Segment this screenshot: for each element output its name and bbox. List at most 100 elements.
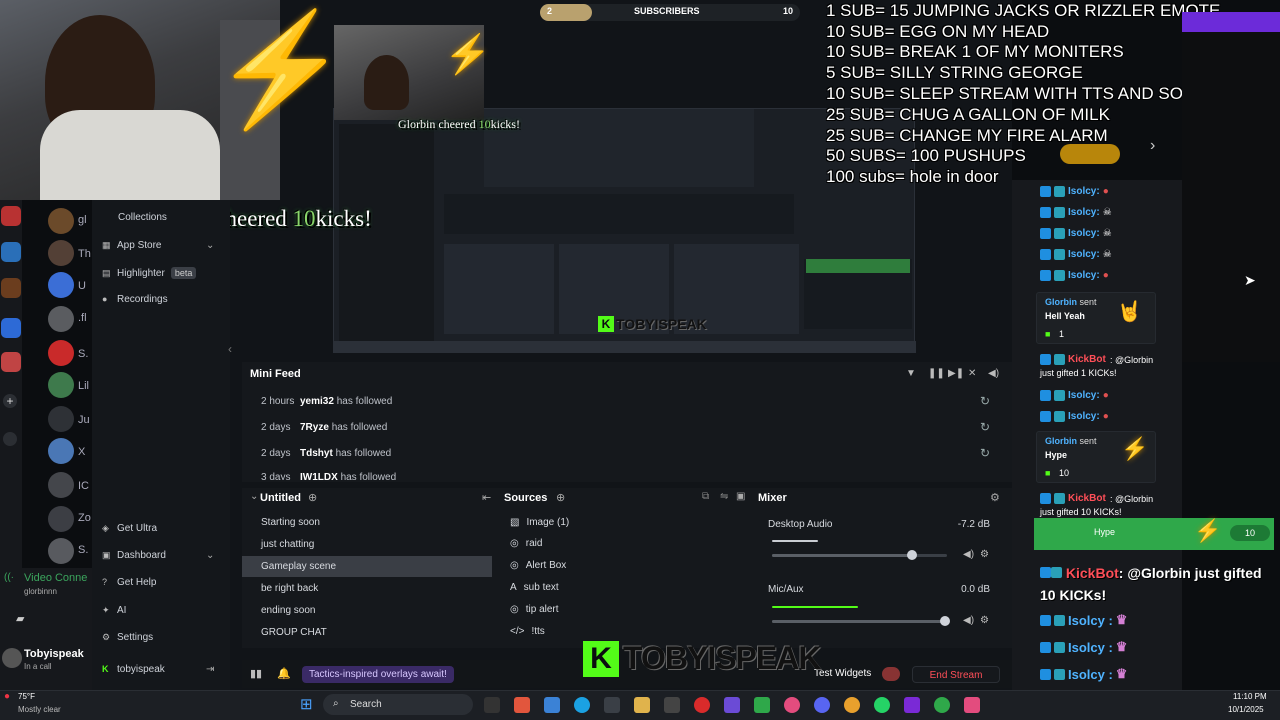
screen-share-icon[interactable]: ▰ [16, 612, 24, 625]
chevron-down-icon[interactable]: ⌄ [250, 491, 258, 502]
weather-temp[interactable]: 75°F [18, 692, 35, 701]
test-widgets-button[interactable]: Test Widgets [814, 668, 871, 679]
volume-slider[interactable] [772, 550, 947, 560]
scene-item[interactable]: Starting soon [242, 512, 492, 533]
avatar[interactable] [48, 438, 74, 464]
app-icon[interactable] [784, 697, 800, 713]
app-icon[interactable] [934, 697, 950, 713]
server-icon[interactable] [1, 242, 21, 262]
avatar[interactable] [48, 372, 74, 398]
mute-alerts-icon[interactable]: ✕ [968, 368, 976, 379]
link-icon[interactable]: ⇋ [720, 491, 728, 502]
whatsapp-icon[interactable] [874, 697, 890, 713]
volume-icon[interactable]: ◀) [963, 549, 974, 560]
add-server-icon[interactable]: + [3, 394, 17, 408]
collapse-icon[interactable]: ▣ [736, 491, 745, 502]
opera-icon[interactable] [694, 697, 710, 713]
sidebar-item-dashboard[interactable]: ▣ Dashboard ⌄ [102, 550, 214, 561]
avatar[interactable] [48, 340, 74, 366]
stats-icon[interactable]: ▮▮ [250, 667, 262, 680]
chrome-icon[interactable] [844, 697, 860, 713]
avatar[interactable] [48, 240, 74, 266]
avatar[interactable] [48, 506, 74, 532]
steam-icon[interactable] [604, 697, 620, 713]
source-item[interactable]: ◎ Alert Box [510, 560, 566, 571]
edge-icon[interactable] [574, 697, 590, 713]
volume-icon[interactable]: ◀) [963, 615, 974, 626]
sidebar-item-get-ultra[interactable]: ◈ Get Ultra [102, 523, 157, 534]
account-item[interactable]: K tobyispeak ⇥ [102, 664, 214, 675]
volume-icon[interactable]: ◀) [988, 368, 999, 379]
taskbar-search[interactable]: ⌕ Search [323, 694, 473, 715]
app-icon[interactable] [514, 697, 530, 713]
scene-item[interactable]: GROUP CHAT [242, 622, 492, 643]
source-item[interactable]: ◎ tip alert [510, 604, 559, 615]
filter-icon[interactable]: ▼ [906, 368, 916, 379]
app-icon[interactable] [664, 697, 680, 713]
server-icon[interactable] [1, 278, 21, 298]
promo-banner[interactable]: Tactics-inspired overlays await! [302, 666, 454, 683]
notifications-icon[interactable]: 🔔 [277, 667, 291, 680]
volume-knob[interactable] [907, 550, 917, 560]
avatar[interactable] [48, 406, 74, 432]
app-icon[interactable] [964, 697, 980, 713]
avatar[interactable] [48, 538, 74, 564]
collapse-sidebar-icon[interactable]: ‹ [228, 342, 232, 356]
volume-slider[interactable] [772, 616, 951, 626]
volume-knob[interactable] [940, 616, 951, 626]
avatar[interactable] [48, 306, 74, 332]
gear-icon[interactable]: ⚙ [980, 615, 989, 626]
scene-item-selected[interactable]: Gameplay scene [242, 556, 492, 577]
weather-desc[interactable]: Mostly clear [18, 705, 61, 714]
app-icon[interactable] [724, 697, 740, 713]
discover-icon[interactable] [3, 432, 17, 446]
replay-icon[interactable]: ↻ [980, 420, 990, 434]
app-icon[interactable] [544, 697, 560, 713]
chevron-down-icon[interactable]: ⌄ [206, 240, 214, 251]
group-icon[interactable]: ⧉ [702, 491, 709, 502]
pause-icon[interactable]: ❚❚ [928, 368, 945, 379]
server-icon[interactable] [1, 318, 21, 338]
sidebar-item-recordings[interactable]: ● Recordings [102, 294, 168, 305]
clock-time[interactable]: 11:10 PM [1233, 692, 1267, 701]
clock-date[interactable]: 10/1/2025 [1228, 705, 1264, 714]
source-item[interactable]: ▧ Image (1) [510, 517, 569, 528]
discord-icon[interactable] [814, 697, 830, 713]
source-item[interactable]: </> !tts [510, 626, 545, 637]
logout-icon[interactable]: ⇥ [206, 664, 214, 675]
avatar[interactable] [48, 472, 74, 498]
chevron-down-icon[interactable]: ⌄ [206, 550, 214, 561]
server-icon[interactable] [1, 352, 21, 372]
scene-item[interactable]: ending soon [242, 600, 492, 621]
streamlabs-icon[interactable] [754, 697, 770, 713]
folder-icon[interactable] [634, 697, 650, 713]
source-item[interactable]: ◎ raid [510, 538, 542, 549]
add-scene-icon[interactable]: ⊕ [308, 491, 317, 504]
sidebar-item-highlighter[interactable]: ▤ Highlighter beta [102, 267, 197, 279]
app-icon[interactable] [904, 697, 920, 713]
scene-item[interactable]: just chatting [242, 534, 492, 555]
scene-item[interactable]: be right back [242, 578, 492, 599]
sidebar-item-settings[interactable]: ⚙ Settings [102, 632, 153, 643]
sidebar-item-get-help[interactable]: ? Get Help [102, 577, 156, 588]
sidebar-item-collections[interactable]: Collections [118, 212, 167, 223]
replay-icon[interactable]: ↻ [980, 394, 990, 408]
skip-icon[interactable]: ▶❚ [948, 368, 964, 379]
rec-toggle[interactable] [882, 667, 900, 681]
server-icon[interactable] [1, 206, 21, 226]
add-source-icon[interactable]: ⊕ [556, 491, 565, 504]
replay-icon[interactable]: ↻ [980, 446, 990, 460]
chevron-right-icon[interactable]: › [1150, 137, 1155, 155]
source-item[interactable]: Asub text [510, 582, 559, 593]
avatar[interactable] [48, 208, 74, 234]
scene-collection-title[interactable]: Untitled [260, 492, 301, 504]
sidebar-item-ai[interactable]: ✦ AI [102, 605, 126, 616]
collapse-icon[interactable]: ⇤ [482, 491, 491, 504]
task-view-icon[interactable] [484, 697, 500, 713]
avatar[interactable] [48, 272, 74, 298]
windows-start-icon[interactable]: ⊞ [300, 695, 313, 713]
gear-icon[interactable]: ⚙ [990, 491, 1000, 504]
sidebar-item-app-store[interactable]: ▦ App Store ⌄ [102, 240, 214, 251]
end-stream-button[interactable]: End Stream [912, 666, 1000, 683]
gift-sub-pill[interactable] [1060, 144, 1120, 164]
